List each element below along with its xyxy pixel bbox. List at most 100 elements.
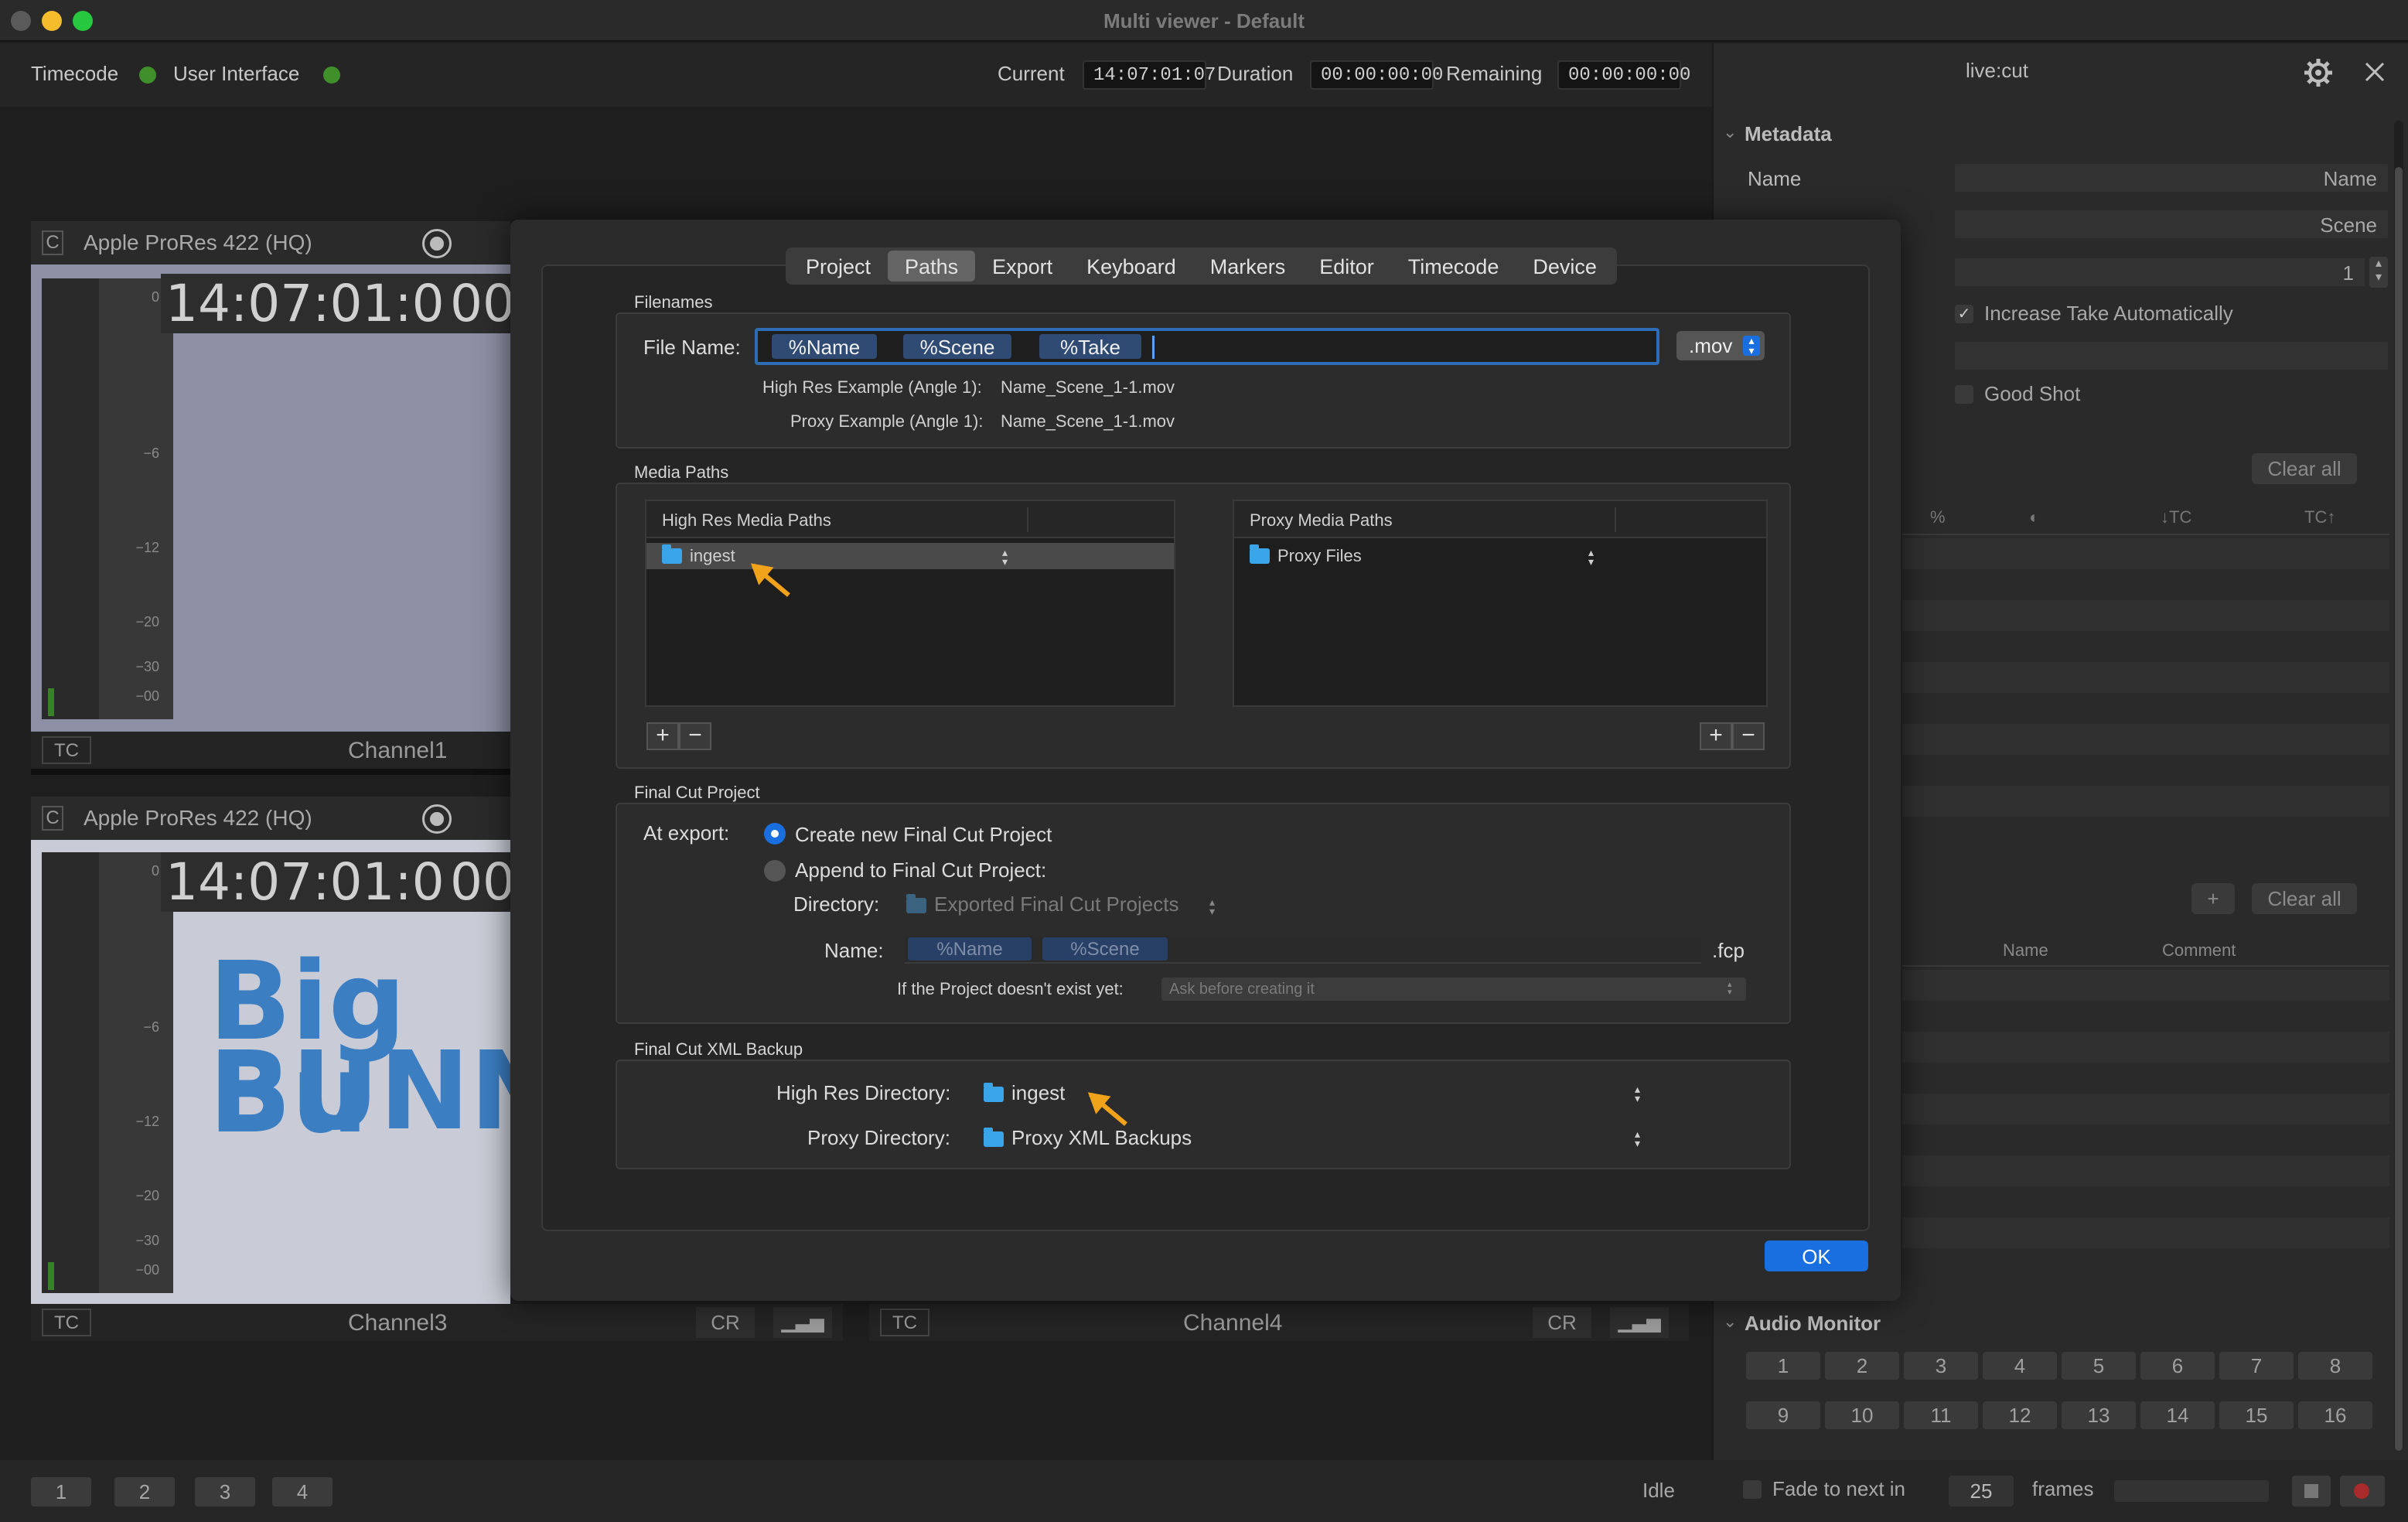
- table-row[interactable]: [1902, 1032, 2389, 1063]
- column-divider[interactable]: [1027, 507, 1028, 532]
- tab-paths[interactable]: Paths: [888, 251, 976, 282]
- select-arrows-icon[interactable]: ▴ ▾: [1002, 547, 1008, 567]
- filename-token[interactable]: %Take: [1039, 334, 1141, 359]
- audio-channel-button[interactable]: 4: [1983, 1352, 2057, 1380]
- filename-token[interactable]: %Name: [772, 334, 877, 359]
- comment-field[interactable]: [1953, 340, 2389, 371]
- table-row[interactable]: [1902, 1094, 2389, 1124]
- table-row[interactable]: [1902, 1124, 2389, 1155]
- fade-frames-field[interactable]: 25: [1949, 1476, 2014, 1507]
- table-row[interactable]: [1902, 1217, 2389, 1248]
- select-arrows-icon[interactable]: ▴ ▾: [1588, 547, 1594, 567]
- marker-comment-column[interactable]: Comment: [2162, 940, 2236, 961]
- record-toggle-icon[interactable]: [422, 229, 452, 258]
- fade-checkbox[interactable]: [1743, 1480, 1762, 1499]
- file-name-input[interactable]: %Name %Scene %Take: [755, 328, 1659, 365]
- audio-channel-button[interactable]: 1: [1746, 1352, 1820, 1380]
- ok-button[interactable]: OK: [1765, 1240, 1868, 1271]
- tab-markers[interactable]: Markers: [1193, 251, 1303, 282]
- remove-proxy-path-button[interactable]: −: [1732, 722, 1765, 750]
- table-row[interactable]: [1902, 538, 2389, 569]
- table-row[interactable]: [1902, 631, 2389, 662]
- audio-channel-button[interactable]: 12: [1983, 1401, 2057, 1429]
- tab-device[interactable]: Device: [1516, 251, 1614, 282]
- table-row[interactable]: [1902, 569, 2389, 600]
- list-item[interactable]: Proxy Files ▴ ▾: [1234, 543, 1766, 569]
- highres-dir-select[interactable]: ingest: [984, 1081, 1065, 1105]
- chevron-down-icon[interactable]: ⌄: [1723, 122, 1737, 142]
- scrollbar-thumb[interactable]: [2395, 167, 2403, 1451]
- increase-take-checkbox[interactable]: ✓: [1955, 305, 1973, 323]
- append-project-radio[interactable]: [764, 860, 786, 882]
- select-arrows-icon[interactable]: ▴ ▾: [1635, 1083, 1640, 1104]
- project-name-token[interactable]: %Name: [908, 937, 1032, 961]
- layout-button-4[interactable]: 4: [272, 1477, 333, 1507]
- layout-button-3[interactable]: 3: [195, 1477, 255, 1507]
- table-row[interactable]: [1902, 600, 2389, 631]
- chevron-down-icon[interactable]: ⌄: [1723, 1312, 1737, 1332]
- column-divider[interactable]: [1615, 507, 1616, 532]
- clear-all-markers-button[interactable]: Clear all: [2252, 883, 2357, 914]
- tab-project[interactable]: Project: [789, 251, 888, 282]
- table-row[interactable]: [1902, 1186, 2389, 1217]
- record-button[interactable]: [2340, 1476, 2385, 1507]
- table-row[interactable]: [1902, 817, 2389, 848]
- cr-button[interactable]: CR: [696, 1307, 755, 1338]
- add-proxy-path-button[interactable]: +: [1700, 722, 1732, 750]
- pie-icon[interactable]: ◐: [2029, 507, 2039, 527]
- tc-badge[interactable]: TC: [42, 1309, 91, 1336]
- tc-in-column[interactable]: ↓TC: [2161, 507, 2191, 527]
- table-row[interactable]: [1902, 970, 2389, 1001]
- audio-channel-button[interactable]: 9: [1746, 1401, 1820, 1429]
- clear-all-button[interactable]: Clear all: [2252, 453, 2357, 484]
- project-name-input[interactable]: %Name %Scene: [905, 936, 1701, 964]
- directory-select[interactable]: Exported Final Cut Projects: [906, 892, 1178, 916]
- project-name-token[interactable]: %Scene: [1042, 937, 1168, 961]
- name-field[interactable]: Name: [1953, 162, 2389, 193]
- filename-token[interactable]: %Scene: [903, 334, 1011, 359]
- tc-out-column[interactable]: TC↑: [2304, 507, 2335, 527]
- gear-icon[interactable]: [2303, 57, 2334, 88]
- audio-channel-button[interactable]: 8: [2298, 1352, 2372, 1380]
- table-row[interactable]: [1902, 724, 2389, 755]
- table-row[interactable]: [1902, 786, 2389, 817]
- add-highres-path-button[interactable]: +: [646, 722, 679, 750]
- layout-button-1[interactable]: 1: [31, 1477, 91, 1507]
- add-marker-button[interactable]: +: [2191, 883, 2235, 914]
- audio-channel-button[interactable]: 13: [2062, 1401, 2136, 1429]
- layout-button-2[interactable]: 2: [114, 1477, 175, 1507]
- table-row[interactable]: [1902, 1063, 2389, 1094]
- channel3-viewer[interactable]: C Apple ProRes 422 (HQ) Big Bu BUNN 0 −6…: [31, 797, 520, 1304]
- tc-badge[interactable]: TC: [42, 736, 91, 764]
- table-row[interactable]: [1902, 755, 2389, 786]
- marker-name-column[interactable]: Name: [2003, 940, 2048, 961]
- select-arrows-icon[interactable]: ▴ ▾: [1209, 896, 1215, 916]
- tab-timecode[interactable]: Timecode: [1391, 251, 1516, 282]
- audio-channel-button[interactable]: 5: [2062, 1352, 2136, 1380]
- stop-button[interactable]: [2292, 1476, 2331, 1507]
- tab-export[interactable]: Export: [975, 251, 1069, 282]
- good-shot-checkbox[interactable]: [1955, 385, 1973, 404]
- audio-channel-button[interactable]: 11: [1904, 1401, 1978, 1429]
- extension-select[interactable]: .mov ▴ ▾: [1676, 331, 1765, 360]
- tab-editor[interactable]: Editor: [1302, 251, 1391, 282]
- channel-c-badge[interactable]: C: [42, 230, 63, 255]
- create-project-radio[interactable]: [764, 823, 786, 845]
- audio-channel-button[interactable]: 2: [1825, 1352, 1899, 1380]
- audio-channel-button[interactable]: 3: [1904, 1352, 1978, 1380]
- bar-chart-icon[interactable]: ▁▃▅: [773, 1307, 832, 1338]
- audio-channel-button[interactable]: 10: [1825, 1401, 1899, 1429]
- record-toggle-icon[interactable]: [422, 804, 452, 834]
- scrollbar[interactable]: [2394, 121, 2403, 1451]
- scene-field[interactable]: Scene: [1953, 209, 2389, 240]
- channel-c-badge[interactable]: C: [42, 806, 63, 831]
- audio-channel-button[interactable]: 6: [2140, 1352, 2215, 1380]
- proxy-dir-select[interactable]: Proxy XML Backups: [984, 1126, 1192, 1150]
- cr-button[interactable]: CR: [1533, 1307, 1591, 1338]
- tab-keyboard[interactable]: Keyboard: [1069, 251, 1193, 282]
- list-item[interactable]: ingest ▴ ▾: [646, 543, 1174, 569]
- audio-channel-button[interactable]: 15: [2219, 1401, 2294, 1429]
- remove-highres-path-button[interactable]: −: [679, 722, 711, 750]
- project-not-exist-select[interactable]: Ask before creating it ▴ ▾: [1161, 978, 1746, 1001]
- tc-badge[interactable]: TC: [880, 1309, 929, 1336]
